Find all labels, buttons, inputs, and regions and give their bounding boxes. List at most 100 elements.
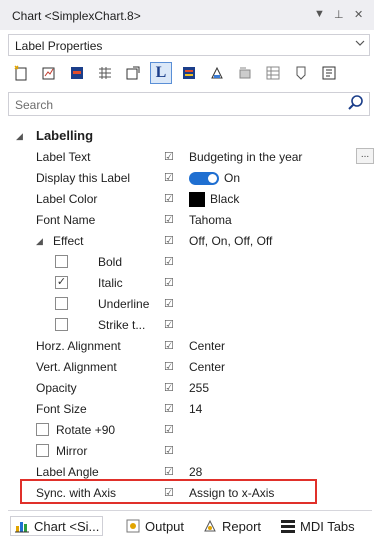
property-value[interactable]: Black <box>210 192 239 206</box>
property-row-display-label[interactable]: Display this Label ☑ On <box>8 168 372 189</box>
edit-icon: ☑ <box>164 151 174 163</box>
property-row-label-text[interactable]: Label Text ☑ Budgeting in the year ... <box>8 147 374 168</box>
category-label: Labelling <box>36 128 94 143</box>
property-row-mirror[interactable]: Mirror ☑ <box>8 441 372 462</box>
property-name: Mirror <box>56 444 88 458</box>
legend-icon[interactable] <box>178 62 200 84</box>
property-name: Effect <box>53 234 84 248</box>
property-name: Display this Label <box>36 171 131 185</box>
property-name: Label Angle <box>36 465 99 479</box>
property-value[interactable]: Center <box>189 360 225 374</box>
layout-icon[interactable] <box>318 62 340 84</box>
property-name: Italic <box>98 276 123 290</box>
edit-icon: ☑ <box>164 277 174 289</box>
display-toggle[interactable] <box>189 172 219 185</box>
panel-dropdown-button[interactable]: ▼ <box>314 8 325 20</box>
property-name: Opacity <box>36 381 77 395</box>
output-icon <box>126 519 140 533</box>
edit-icon: ☑ <box>164 361 174 373</box>
italic-checkbox[interactable]: ✓ <box>55 276 68 289</box>
grid-icon[interactable] <box>94 62 116 84</box>
table-icon[interactable] <box>262 62 284 84</box>
strike-checkbox[interactable] <box>55 318 68 331</box>
edit-icon: ☑ <box>164 466 174 478</box>
property-row-font-name[interactable]: Font Name ☑ Tahoma <box>8 210 372 231</box>
pin-button[interactable]: ⊥ <box>334 8 344 21</box>
property-row-opacity[interactable]: Opacity ☑ 255 <box>8 378 372 399</box>
data-icon[interactable] <box>234 62 256 84</box>
property-row-font-size[interactable]: Font Size ☑ 14 <box>8 399 372 420</box>
mdi-tabs-icon <box>281 520 295 533</box>
edit-icon: ☑ <box>164 403 174 415</box>
property-name: Strike t... <box>98 318 146 332</box>
toggle-knob <box>208 174 217 183</box>
tab-label: MDI Tabs <box>300 518 355 534</box>
settings-icon[interactable] <box>122 62 144 84</box>
search-box[interactable]: Search <box>8 92 370 116</box>
tab-chart[interactable]: Chart <Si... <box>10 516 104 536</box>
property-row-strike[interactable]: Strike t... ☑ <box>8 315 372 336</box>
paint-icon[interactable] <box>206 62 228 84</box>
property-row-effect[interactable]: ◢ Effect ☑ Off, On, Off, Off <box>8 231 372 252</box>
chevron-down-icon <box>355 40 365 46</box>
property-name: Vert. Alignment <box>36 360 117 374</box>
property-row-vert-align[interactable]: Vert. Alignment ☑ Center <box>8 357 372 378</box>
tab-mdi-tabs[interactable]: MDI Tabs <box>280 518 355 534</box>
collapse-icon[interactable]: ◢ <box>36 236 43 247</box>
panel-titlebar: Chart <SimplexChart.8> ▼ ⊥ ✕ <box>0 0 374 30</box>
help-icon[interactable] <box>290 62 312 84</box>
report-icon <box>204 519 216 532</box>
underline-checkbox[interactable] <box>55 297 68 310</box>
collapse-icon[interactable]: ◢ <box>16 131 23 142</box>
property-value[interactable]: 14 <box>189 402 202 416</box>
tab-label: Chart <Si... <box>34 518 100 534</box>
mirror-checkbox[interactable] <box>36 444 49 457</box>
property-value[interactable]: 255 <box>189 381 209 395</box>
object-selector[interactable]: Label Properties <box>8 34 370 56</box>
property-value[interactable]: Tahoma <box>189 213 232 227</box>
tab-label: Report <box>222 518 262 534</box>
chart-icon[interactable] <box>66 62 88 84</box>
property-name: Bold <box>98 255 123 269</box>
edit-icon: ☑ <box>164 235 174 247</box>
highlight-box <box>20 479 317 504</box>
category-labelling[interactable]: ◢ Labelling <box>8 126 372 147</box>
close-button[interactable]: ✕ <box>354 8 363 21</box>
edit-icon: ☑ <box>164 319 174 331</box>
chart-icon <box>15 522 29 533</box>
property-value[interactable]: Budgeting in the year <box>189 150 302 164</box>
bold-checkbox[interactable] <box>55 255 68 268</box>
properties-icon[interactable] <box>38 62 60 84</box>
property-name: Horz. Alignment <box>36 339 121 353</box>
search-icon[interactable] <box>347 94 365 112</box>
tab-report[interactable]: Report <box>202 518 261 534</box>
edit-icon: ☑ <box>164 382 174 394</box>
property-name: Label Text <box>36 150 91 164</box>
property-value: On <box>224 171 241 185</box>
property-value[interactable]: Off, On, Off, Off <box>189 234 272 248</box>
property-row-label-color[interactable]: Label Color ☑ Black <box>8 189 372 210</box>
tab-output[interactable]: Output <box>125 518 184 534</box>
object-selector-value: Label Properties <box>15 39 103 53</box>
property-row-underline[interactable]: Underline ☑ <box>8 294 372 315</box>
search-input[interactable]: Search <box>15 98 53 112</box>
edit-icon: ☑ <box>164 214 174 226</box>
color-swatch[interactable] <box>189 192 205 207</box>
property-row-rotate[interactable]: Rotate +90 ☑ <box>8 420 372 441</box>
edit-icon: ☑ <box>164 340 174 352</box>
rotate-checkbox[interactable] <box>36 423 49 436</box>
new-icon[interactable] <box>10 62 32 84</box>
property-name: Underline <box>98 297 150 311</box>
property-value[interactable]: Center <box>189 339 225 353</box>
property-value[interactable]: 28 <box>189 465 202 479</box>
edit-icon: ☑ <box>164 424 174 436</box>
property-name: Rotate +90 <box>56 423 116 437</box>
divider <box>8 510 372 511</box>
label-icon[interactable]: L <box>150 62 172 84</box>
property-row-bold[interactable]: Bold ☑ <box>8 252 372 273</box>
property-row-italic[interactable]: ✓ Italic ☑ <box>8 273 372 294</box>
edit-icon: ☑ <box>164 256 174 268</box>
property-name: Font Size <box>36 402 87 416</box>
property-row-horz-align[interactable]: Horz. Alignment ☑ Center <box>8 336 372 357</box>
ellipsis-button[interactable]: ... <box>356 148 374 164</box>
